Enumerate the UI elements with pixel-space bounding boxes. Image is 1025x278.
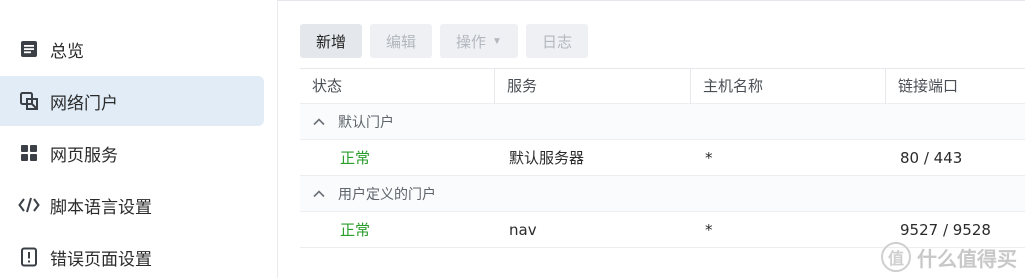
sidebar-item-web-service[interactable]: 网页服务 — [0, 128, 264, 178]
sidebar-item-label: 网络门户 — [50, 93, 118, 114]
chevron-up-icon[interactable] — [312, 115, 326, 129]
caret-down-icon: ▼ — [492, 35, 502, 47]
web-service-icon — [18, 142, 40, 164]
sidebar-item-script-language[interactable]: 脚本语言设置 — [0, 180, 264, 230]
sidebar-item-error-page[interactable]: 错误页面设置 — [0, 232, 264, 278]
column-header-hostname[interactable]: 主机名称 — [691, 68, 886, 104]
add-button[interactable]: 新增 — [300, 24, 363, 58]
service-cell: 默认服务器 — [509, 149, 585, 167]
hostname-cell: * — [705, 220, 713, 239]
action-dropdown-button[interactable]: 操作 ▼ — [440, 24, 518, 58]
sidebar-item-overview[interactable]: 总览 — [0, 24, 264, 74]
table-row[interactable]: 正常 默认服务器 * 80 / 443 — [300, 140, 1025, 176]
group-row-default[interactable]: 默认门户 — [300, 104, 1025, 140]
column-header-status[interactable]: 状态 — [300, 68, 495, 104]
action-label: 操作 — [456, 33, 487, 51]
toolbar: 新增 编辑 操作 ▼ 日志 — [300, 24, 588, 58]
column-header-service[interactable]: 服务 — [495, 68, 691, 104]
port-cell: 9527 / 9528 — [900, 220, 991, 239]
portal-table: 状态 服务 主机名称 链接端口 默认门户 正常 默认服务器 * 80 / 443… — [300, 68, 1025, 248]
hostname-cell: * — [705, 148, 713, 167]
group-label: 默认门户 — [300, 112, 394, 132]
sidebar: 总览 网络门户 网页服务 脚本语言设置 错误页面设置 — [0, 0, 278, 278]
main-panel: 新增 编辑 操作 ▼ 日志 状态 服务 主机名称 链接端口 默认门户 正常 默认… — [278, 0, 1025, 278]
sidebar-item-label: 脚本语言设置 — [50, 197, 152, 218]
chevron-up-icon[interactable] — [312, 187, 326, 201]
group-title: 用户定义的门户 — [338, 186, 436, 203]
log-button[interactable]: 日志 — [525, 24, 588, 58]
table-header: 状态 服务 主机名称 链接端口 — [300, 68, 1025, 104]
edit-button[interactable]: 编辑 — [370, 24, 433, 58]
group-row-user-defined[interactable]: 用户定义的门户 — [300, 176, 1025, 212]
sidebar-item-portal[interactable]: 网络门户 — [0, 76, 264, 126]
sidebar-item-label: 网页服务 — [50, 145, 118, 166]
overview-icon — [18, 38, 40, 60]
group-label: 用户定义的门户 — [300, 184, 436, 204]
status-cell: 正常 — [340, 149, 371, 167]
sidebar-item-label: 错误页面设置 — [50, 249, 152, 270]
code-icon — [18, 194, 40, 216]
watermark-text: 什么值得买 — [917, 246, 1017, 271]
service-cell: nav — [509, 220, 537, 239]
group-title: 默认门户 — [338, 114, 394, 131]
watermark-logo: 值 — [881, 242, 911, 272]
port-cell: 80 / 443 — [900, 148, 963, 167]
watermark: 值 什么值得买 — [881, 242, 1017, 272]
sidebar-item-label: 总览 — [50, 41, 84, 62]
portal-icon — [18, 90, 40, 112]
error-page-icon — [18, 246, 40, 268]
column-header-port[interactable]: 链接端口 — [886, 68, 1025, 104]
status-cell: 正常 — [340, 221, 371, 239]
